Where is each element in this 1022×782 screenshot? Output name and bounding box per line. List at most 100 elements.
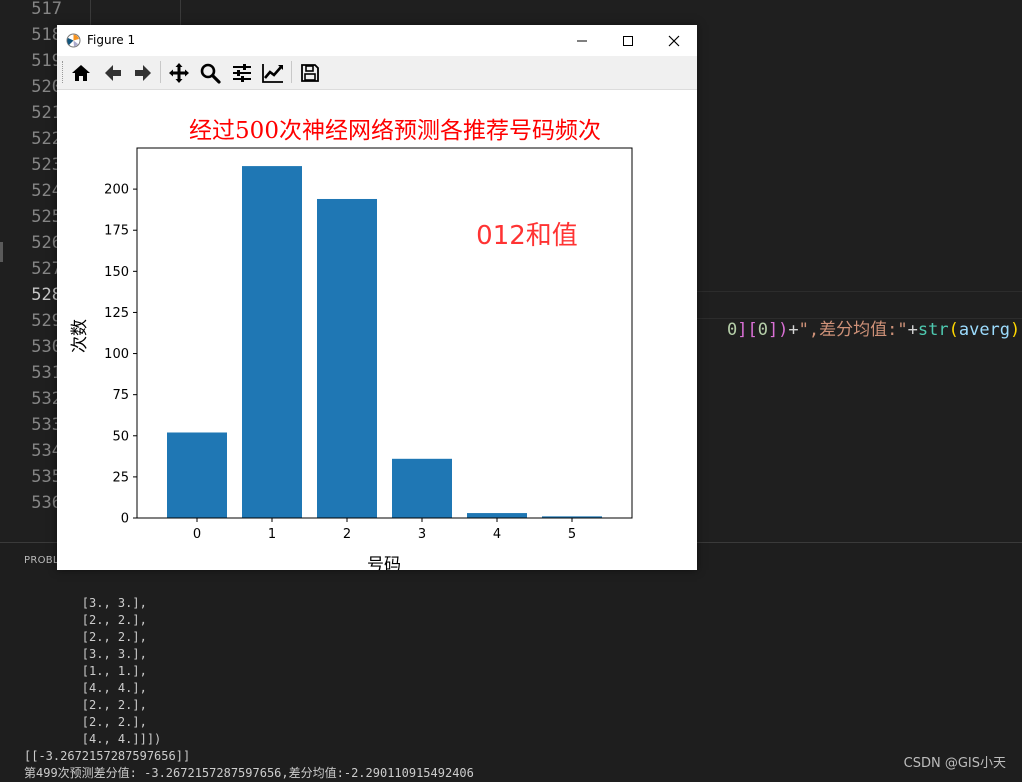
pan-icon [169, 63, 189, 83]
code-line-517[interactable]: everypridvalue.append(yy[0][0]+lstscdnum… [222, 0, 683, 45]
code-token: )) [1010, 320, 1022, 340]
code-token: ][ [737, 320, 758, 340]
home-icon [72, 65, 90, 81]
x-tick-label: 4 [493, 527, 501, 542]
y-tick-label: 25 [112, 470, 129, 485]
bar-0 [167, 432, 227, 518]
configure-subplots-icon [233, 64, 251, 82]
x-tick-label: 3 [418, 527, 426, 542]
line-number: 533 [31, 415, 62, 435]
code-token: averg [958, 320, 1011, 340]
line-number: 522 [31, 129, 62, 149]
home-button[interactable] [68, 60, 94, 86]
line-number: 526 [31, 233, 62, 253]
bar-4 [467, 513, 527, 518]
window-titlebar[interactable]: Figure 1 [57, 25, 697, 56]
fold-marker [0, 242, 3, 262]
save-button[interactable] [297, 60, 323, 86]
forward-button[interactable] [130, 60, 156, 86]
output-line: 第499次预测差分值: -3.2672157287597656,差分均值:-2.… [24, 766, 474, 780]
terminal-panel[interactable]: PROBL [3., 3.], [2., 2.], [2., 2.], [3.,… [0, 542, 1022, 781]
output-line: [[-3.2672157287597656]] [24, 749, 191, 763]
watermark: CSDN @GIS小天 [903, 756, 1006, 771]
close-icon [668, 35, 680, 46]
figure-toolbar [57, 56, 697, 90]
line-number: 525 [31, 207, 62, 227]
code-line-528[interactable]: 0][0])+",差分均值:"+str(averg)) [686, 291, 1022, 340]
x-tick-label: 1 [268, 527, 276, 542]
bar-2 [317, 198, 377, 518]
output-line: [4., 4.]]]) [24, 732, 162, 746]
bar-1 [242, 166, 302, 518]
y-axis-label: 次数 [70, 319, 90, 353]
y-tick-label: 100 [104, 347, 129, 362]
toolbar-separator [160, 61, 161, 83]
line-number: 528 [31, 285, 62, 305]
code-token: str [917, 320, 949, 340]
code-token: + [788, 320, 799, 340]
output-line: [2., 2.], [24, 698, 147, 712]
y-tick-label: 150 [104, 265, 129, 280]
output-line: [2., 2.], [24, 715, 147, 729]
pan-button[interactable] [166, 60, 192, 86]
line-number: 531 [31, 363, 62, 383]
minimize-button[interactable] [559, 25, 605, 56]
code-token: ",差分均值:" [798, 320, 908, 340]
line-number: 529 [31, 311, 62, 331]
configure-subplots-button[interactable] [229, 60, 255, 86]
code-token: 0 [726, 320, 738, 340]
line-number: 521 [31, 103, 62, 123]
minimize-icon [577, 40, 587, 41]
tab-problems[interactable]: PROBL [24, 555, 59, 566]
line-number: 524 [31, 181, 62, 201]
line-number: 527 [31, 259, 62, 279]
line-number: 519 [31, 51, 62, 71]
output-line: [3., 3.], [24, 596, 147, 610]
y-tick-label: 200 [104, 183, 129, 198]
edit-curves-button[interactable] [260, 60, 286, 86]
save-icon [301, 64, 319, 82]
toolbar-grip[interactable] [62, 61, 65, 83]
plot-canvas[interactable]: 经过500次神经网络预测各推荐号码频次 012和值 次数 号码 01234502… [57, 90, 697, 570]
code-token: ]) [767, 320, 789, 340]
y-tick-label: 50 [112, 429, 129, 444]
line-number: 532 [31, 389, 62, 409]
chart-title: 经过500次神经网络预测各推荐号码频次 [189, 118, 601, 144]
y-tick-label: 0 [121, 512, 129, 527]
forward-arrow-icon [135, 65, 151, 81]
close-button[interactable] [651, 25, 697, 56]
code-token: 0 [757, 320, 768, 340]
y-tick-label: 75 [112, 388, 129, 403]
x-tick-label: 0 [193, 527, 201, 542]
line-number: 535 [31, 467, 62, 487]
y-tick-label: 175 [104, 224, 129, 239]
bar-3 [392, 458, 452, 518]
line-number: 536 [31, 493, 62, 513]
code-token: + [907, 320, 918, 340]
line-number: 534 [31, 441, 62, 461]
edit-curves-icon [262, 64, 283, 83]
output-line: [1., 1.], [24, 664, 147, 678]
chart-annotation: 012和值 [476, 221, 578, 251]
maximize-icon [623, 35, 633, 46]
window-title: Figure 1 [87, 33, 136, 47]
output-line: [3., 3.], [24, 647, 147, 661]
line-number: 518 [31, 25, 62, 45]
back-arrow-icon [105, 65, 121, 81]
zoom-button[interactable] [197, 60, 223, 86]
zoom-icon [200, 63, 221, 84]
output-line: [2., 2.], [24, 630, 147, 644]
line-number: 520 [31, 77, 62, 97]
line-number: 517 [31, 0, 62, 19]
x-tick-label: 2 [343, 527, 351, 542]
code-token: ( [948, 320, 959, 340]
y-tick-label: 125 [104, 306, 129, 321]
output-line: [2., 2.], [24, 613, 147, 627]
x-axis-label: 号码 [367, 555, 401, 570]
back-button[interactable] [100, 60, 126, 86]
figure-window[interactable]: Figure 1 经过500次神经网络预测各推荐号码频次 012和值 次数 号码… [57, 25, 697, 570]
x-tick-label: 5 [568, 527, 576, 542]
output-line: [4., 4.], [24, 681, 147, 695]
matplotlib-logo-icon [66, 33, 81, 48]
maximize-button[interactable] [605, 25, 651, 56]
